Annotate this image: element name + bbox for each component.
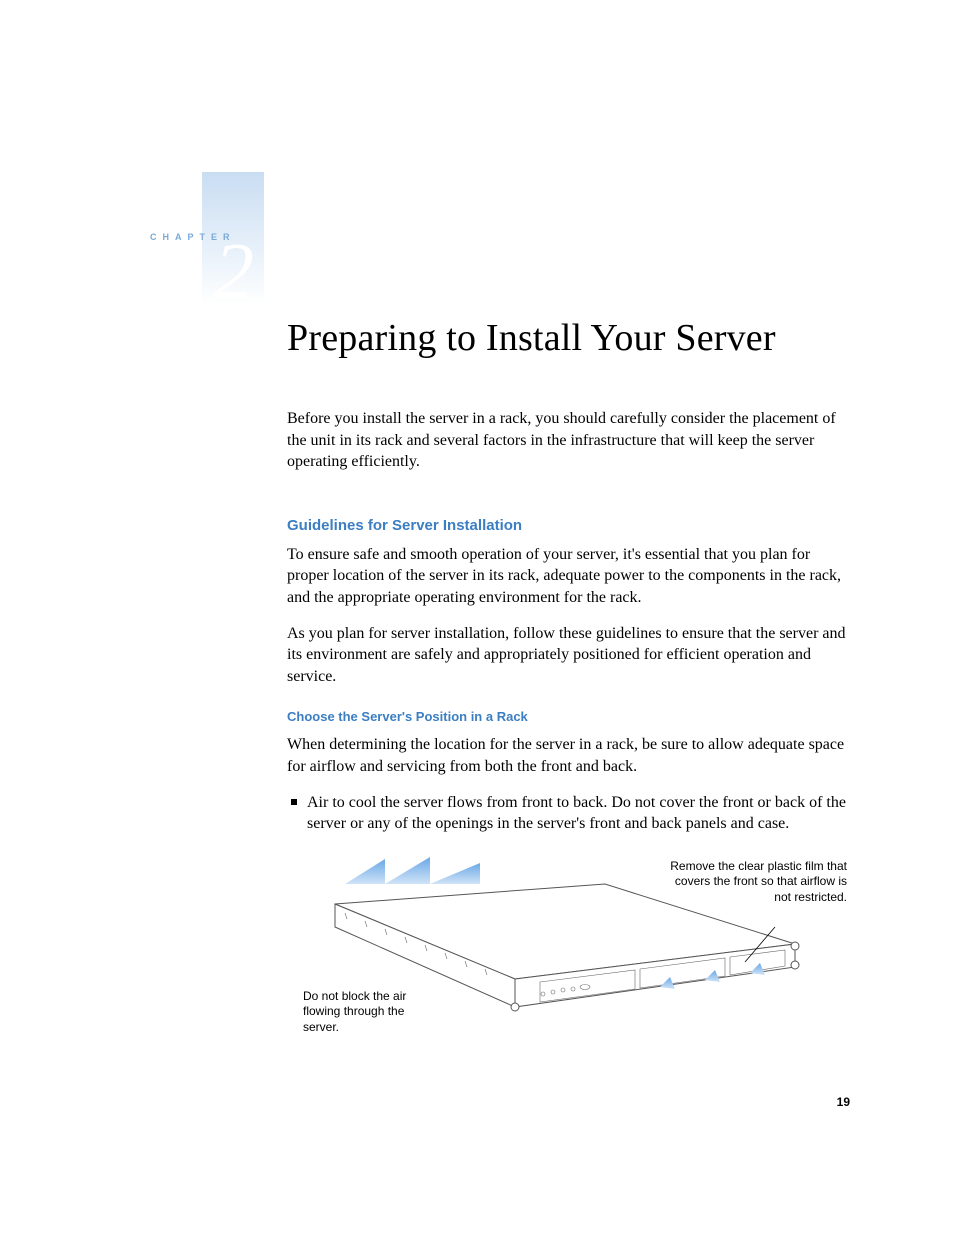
chapter-number: 2 <box>214 232 254 312</box>
bullet-item: Air to cool the server flows from front … <box>287 792 847 835</box>
bullet-square-icon <box>291 799 297 805</box>
intro-paragraph: Before you install the server in a rack,… <box>287 408 847 473</box>
figure-callout-right: Remove the clear plastic film that cover… <box>657 859 847 906</box>
page-title: Preparing to Install Your Server <box>287 316 847 360</box>
body-paragraph: When determining the location for the se… <box>287 734 847 777</box>
body-paragraph: To ensure safe and smooth operation of y… <box>287 544 847 609</box>
body-paragraph: As you plan for server installation, fol… <box>287 623 847 688</box>
bullet-text: Air to cool the server flows from front … <box>307 792 847 835</box>
page-number: 19 <box>837 1095 850 1109</box>
section-heading-guidelines: Guidelines for Server Installation <box>287 517 847 534</box>
server-airflow-figure: Do not block the air flowing through the… <box>287 849 847 1049</box>
subsection-heading-choose-position: Choose the Server's Position in a Rack <box>287 709 847 724</box>
figure-callout-left: Do not block the air flowing through the… <box>303 989 443 1036</box>
page-content: Preparing to Install Your Server Before … <box>287 316 847 1049</box>
